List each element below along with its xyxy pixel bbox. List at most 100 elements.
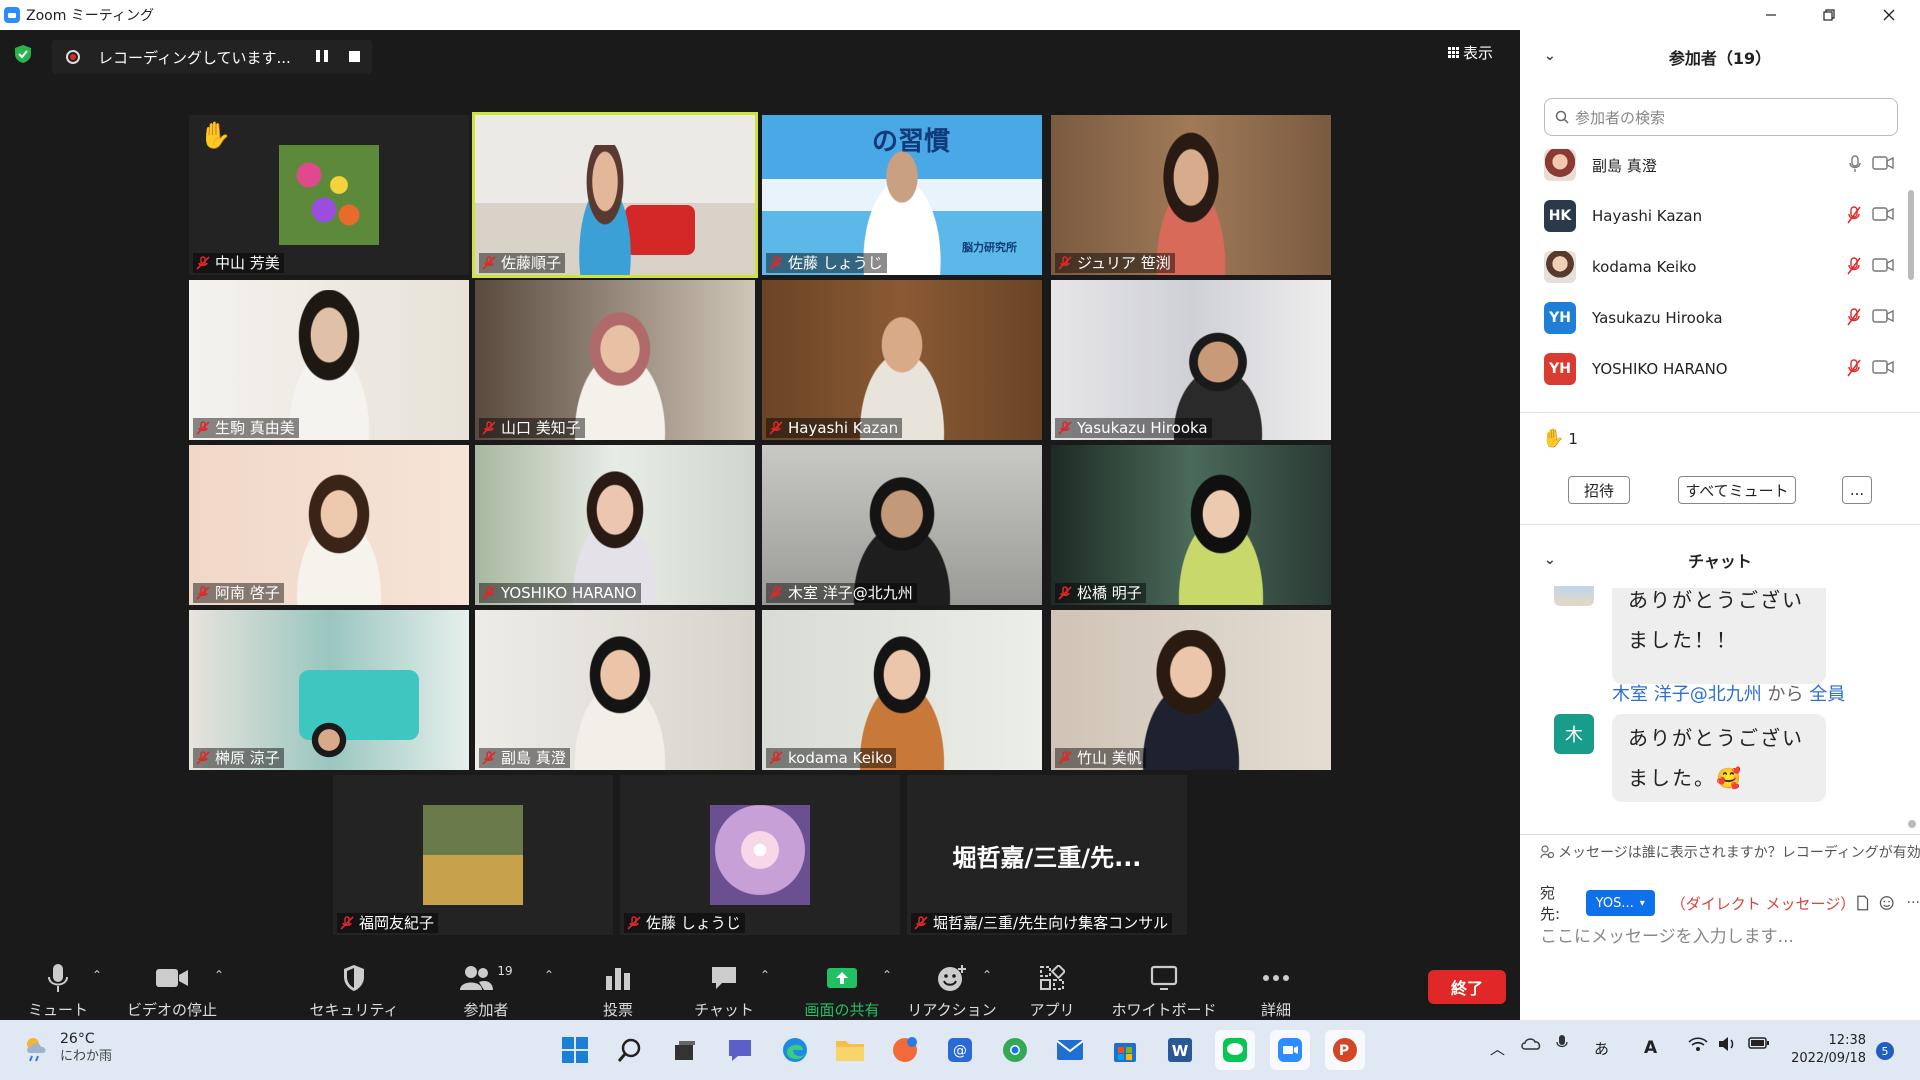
end-meeting-button[interactable]: 終了 <box>1428 970 1506 1004</box>
mic-muted-icon <box>196 421 210 435</box>
chat-options-chevron-icon[interactable]: ⌃ <box>760 968 770 982</box>
share-screen-button[interactable]: 画面の共有 <box>800 940 884 1020</box>
video-tile[interactable]: 堀哲嘉/三重/先... 堀哲嘉/三重/先生向け集客コンサル <box>907 775 1187 935</box>
video-tile[interactable]: 木室 洋子@北九州 <box>762 445 1042 605</box>
video-tile[interactable]: 福岡友紀子 <box>333 775 613 935</box>
reactions-options-chevron-icon[interactable]: ⌃ <box>982 968 992 982</box>
more-button[interactable]: 詳細 <box>1256 940 1296 1020</box>
notification-count-badge[interactable]: 5 <box>1876 1042 1894 1060</box>
edge-browser-button[interactable] <box>775 1030 815 1070</box>
emoji-icon[interactable] <box>1879 895 1894 911</box>
system-clock[interactable]: 12:38 2022/09/18 <box>1788 1032 1866 1068</box>
video-tile[interactable]: ジュリア 笹渕 <box>1051 115 1331 275</box>
apps-button[interactable]: アプリ <box>1030 940 1075 1020</box>
onedrive-cloud-icon[interactable] <box>1520 1036 1542 1054</box>
more-options-button[interactable]: ... <box>1842 476 1872 504</box>
close-icon <box>1883 9 1895 21</box>
participants-options-chevron-icon[interactable]: ⌃ <box>544 968 554 982</box>
avatar: HK <box>1544 200 1576 232</box>
file-icon[interactable] <box>1856 895 1869 911</box>
mute-button[interactable]: ミュート <box>28 940 88 1020</box>
video-tile[interactable]: 佐藤 しょうじ <box>620 775 900 935</box>
store-icon <box>1114 1043 1136 1062</box>
collapse-participants-chevron-icon[interactable]: ⌄ <box>1544 48 1556 64</box>
search-button[interactable] <box>610 1030 650 1070</box>
video-options-chevron-icon[interactable]: ⌃ <box>214 968 224 982</box>
video-tile[interactable]: ✋ 中山 芳美 <box>189 115 469 275</box>
ime-mode-indicator[interactable]: あ <box>1594 1038 1609 1059</box>
show-hidden-icons-chevron-icon[interactable]: ︿ <box>1490 1038 1505 1059</box>
video-tile[interactable]: Hayashi Kazan <box>762 280 1042 440</box>
video-tile[interactable]: YOSHIKO HARANO <box>475 445 755 605</box>
file-explorer-button[interactable] <box>830 1030 870 1070</box>
whiteboard-button[interactable]: ホワイトボード <box>1112 940 1217 1020</box>
participant-search-input[interactable]: 参加者の検索 <box>1544 98 1898 136</box>
video-tile[interactable]: 竹山 美帆 <box>1051 610 1331 770</box>
participant-name: 中山 芳美 <box>215 254 280 272</box>
volume-icon[interactable] <box>1718 1036 1738 1056</box>
word-button[interactable]: W <box>1160 1030 1200 1070</box>
mail-button[interactable] <box>1050 1030 1090 1070</box>
chat-scrollbar[interactable] <box>1908 820 1916 828</box>
restore-button[interactable] <box>1806 0 1852 30</box>
store-button[interactable] <box>1105 1030 1145 1070</box>
video-tile[interactable]: 副島 真澄 <box>475 610 755 770</box>
chat-label: チャット <box>694 1001 754 1019</box>
invite-button[interactable]: 招待 <box>1568 476 1630 504</box>
share-options-chevron-icon[interactable]: ⌃ <box>882 968 892 982</box>
encryption-shield-icon[interactable] <box>14 44 32 64</box>
participant-row[interactable]: 副島 真澄 <box>1544 140 1894 190</box>
microphone-tray-icon[interactable] <box>1556 1034 1568 1056</box>
chrome-browser-button[interactable] <box>995 1030 1035 1070</box>
reactions-button[interactable]: リアクション <box>907 940 997 1020</box>
battery-icon[interactable] <box>1748 1036 1770 1054</box>
security-button[interactable]: セキュリティ <box>309 940 399 1020</box>
video-tile[interactable]: 生駒 真由美 <box>189 280 469 440</box>
wifi-icon[interactable] <box>1688 1036 1708 1056</box>
pause-recording-button[interactable] <box>316 50 328 62</box>
task-view-button[interactable] <box>665 1030 705 1070</box>
video-tile[interactable]: 山口 美知子 <box>475 280 755 440</box>
mail-web-button[interactable]: @ <box>940 1030 980 1070</box>
teams-chat-button[interactable] <box>720 1030 760 1070</box>
view-button[interactable]: 表示 <box>1448 42 1493 63</box>
participant-row[interactable]: kodama Keiko <box>1544 242 1894 292</box>
powerpoint-button[interactable]: P <box>1325 1030 1365 1070</box>
mute-options-chevron-icon[interactable]: ⌃ <box>92 968 102 982</box>
polls-button[interactable]: 投票 <box>596 940 640 1020</box>
recipient-select[interactable]: YOS... ▾ <box>1585 890 1655 916</box>
close-button[interactable] <box>1866 0 1912 30</box>
collapse-chat-chevron-icon[interactable]: ⌄ <box>1544 552 1556 568</box>
participant-row[interactable]: YH Yasukazu Hirooka <box>1544 293 1894 343</box>
chat-button[interactable]: チャット <box>694 940 754 1020</box>
chat-recipient[interactable]: 全員 <box>1809 684 1845 705</box>
mail-app-button[interactable] <box>885 1030 925 1070</box>
line-app-button[interactable] <box>1215 1030 1255 1070</box>
zoom-app-button[interactable] <box>1270 1030 1310 1070</box>
participant-row[interactable]: HK Hayashi Kazan <box>1544 191 1894 241</box>
video-tile[interactable]: 阿南 啓子 <box>189 445 469 605</box>
minimize-button[interactable] <box>1748 0 1794 30</box>
start-button[interactable] <box>555 1030 595 1070</box>
mute-all-button[interactable]: すべてミュート <box>1678 476 1796 504</box>
chat-sender-name[interactable]: 木室 洋子@北九州 <box>1612 684 1762 705</box>
participant-row[interactable]: YH YOSHIKO HARANO <box>1544 344 1894 394</box>
video-tile[interactable]: kodama Keiko <box>762 610 1042 770</box>
video-tile[interactable]: Yasukazu Hirooka <box>1051 280 1331 440</box>
participants-scrollbar[interactable] <box>1908 190 1914 280</box>
chat-visibility-note[interactable]: メッセージは誰に表示されますか？レコーディングが有効 <box>1540 842 1920 862</box>
participants-button[interactable]: 19 参加者 <box>446 940 526 1020</box>
more-dots-icon <box>1263 974 1289 981</box>
video-tile[interactable]: 松橋 明子 <box>1051 445 1331 605</box>
chat-message-input[interactable]: ここにメッセージを入力します... <box>1540 922 1794 947</box>
mic-muted-icon <box>340 916 354 930</box>
stop-video-button[interactable]: ビデオの停止 <box>127 940 217 1020</box>
weather-widget[interactable]: 26°C にわか雨 <box>22 1030 112 1066</box>
ime-mode-a-indicator[interactable]: A <box>1644 1038 1657 1058</box>
chevron-down-icon: ▾ <box>1639 897 1645 909</box>
video-tile[interactable]: 榊原 涼子 <box>189 610 469 770</box>
stop-recording-button[interactable] <box>349 51 360 62</box>
video-tile-active-speaker[interactable]: 佐藤順子 <box>472 112 758 278</box>
video-tile[interactable]: の習慣 脳力研究所 佐藤 しょうじ <box>762 115 1042 275</box>
more-dots-icon[interactable]: ··· <box>1907 895 1920 911</box>
